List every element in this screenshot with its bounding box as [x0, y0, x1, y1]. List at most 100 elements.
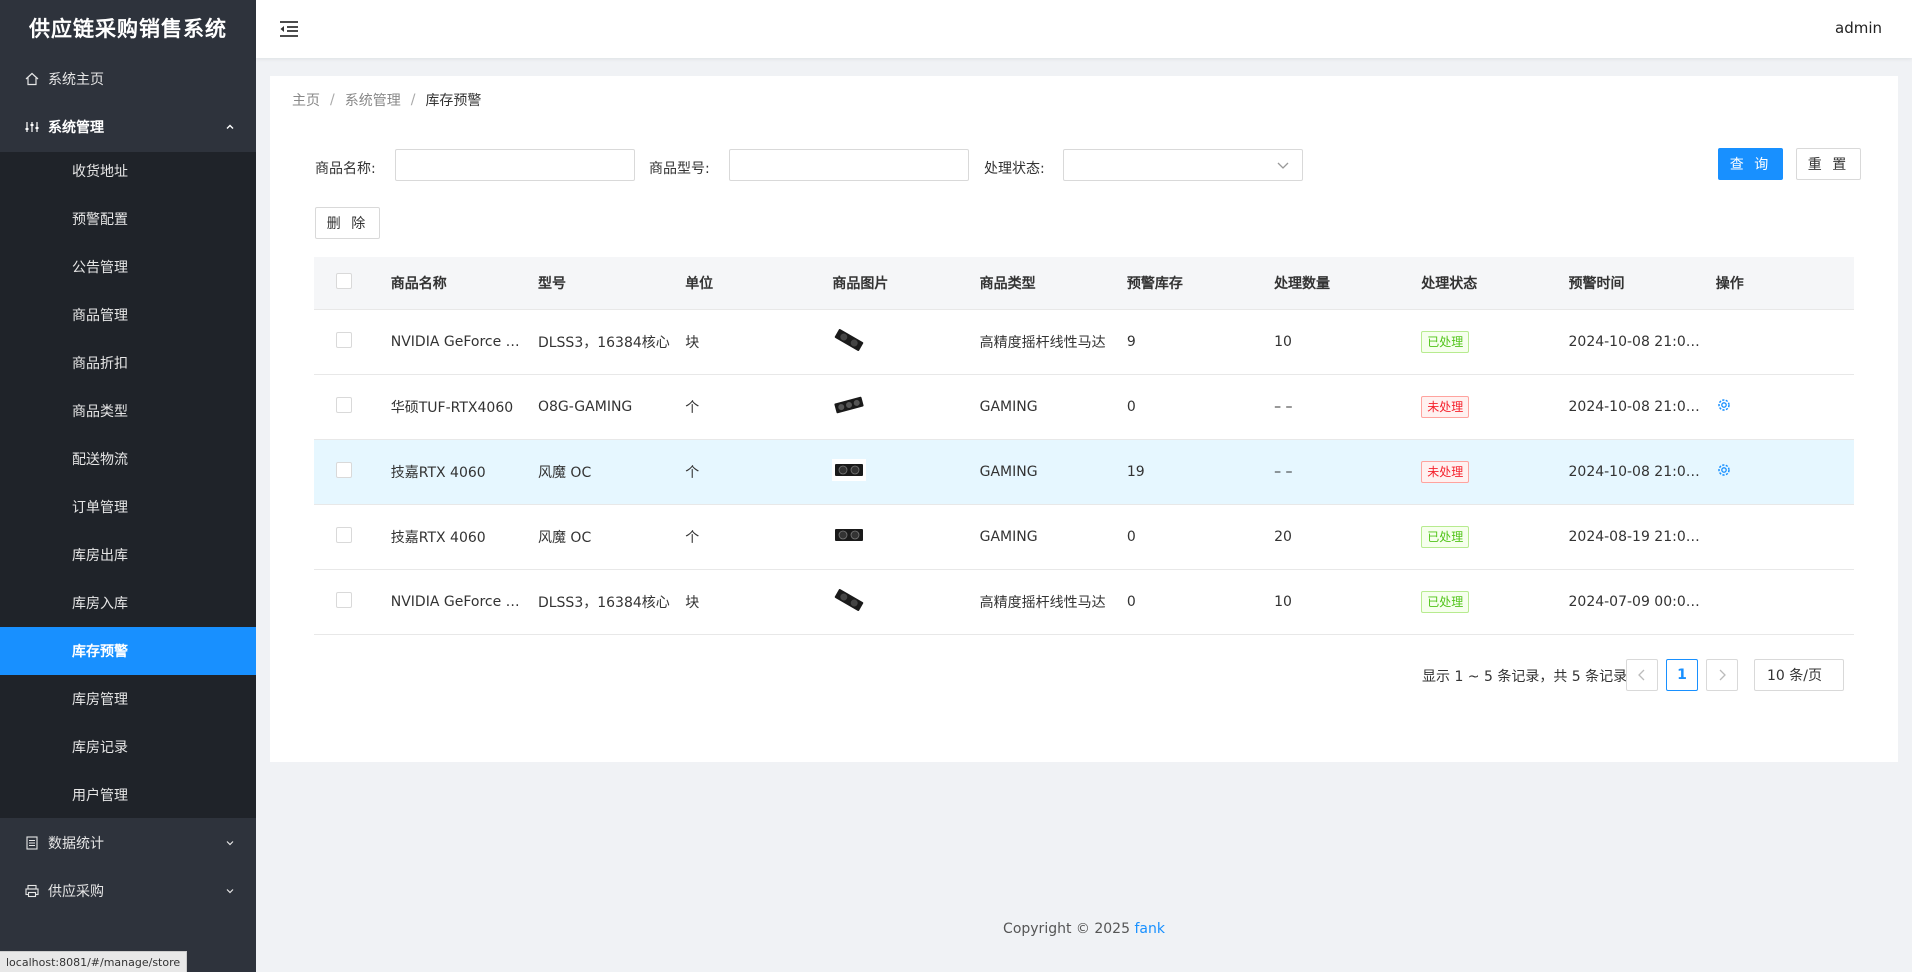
author-link[interactable]: fank: [1134, 921, 1165, 937]
reset-button[interactable]: 重 置: [1796, 148, 1861, 180]
header-name: 商品名称: [390, 276, 447, 292]
row-select-cell: [314, 397, 391, 417]
cell-type: 高精度摇杆线性马达: [979, 595, 1106, 611]
product-image[interactable]: [832, 589, 866, 611]
header-op: 操作: [1715, 276, 1744, 292]
select-all-checkbox[interactable]: [336, 273, 352, 289]
sidebar-item-notice[interactable]: 公告管理: [0, 243, 256, 291]
cell-unit: 个: [685, 400, 700, 416]
prev-page-button[interactable]: [1626, 659, 1658, 691]
table-row[interactable]: NVIDIA GeForce RTX 4090 DLSS3，16384核心 块 …: [314, 310, 1854, 375]
cell-name: NVIDIA GeForce RTX 4090: [390, 594, 538, 610]
row-checkbox[interactable]: [336, 397, 352, 413]
status-filter-select[interactable]: [1063, 149, 1303, 181]
delete-button[interactable]: 删 除: [315, 207, 380, 239]
cell-name: NVIDIA GeForce RTX 4090: [390, 334, 538, 350]
page-size-select[interactable]: 10 条/页: [1754, 659, 1844, 691]
gear-icon[interactable]: [1716, 397, 1732, 413]
cell-op: [1716, 462, 1854, 482]
sidebar-item-goods-type[interactable]: 商品类型: [0, 387, 256, 435]
cell-model: DLSS3，16384核心: [537, 335, 670, 351]
gear-icon[interactable]: [1716, 462, 1732, 478]
next-page-button[interactable]: [1706, 659, 1738, 691]
cell-type: GAMING: [979, 529, 1038, 545]
status-badge: 未处理: [1421, 396, 1470, 418]
cell-model: 风魔 OC: [537, 465, 592, 481]
cell-op: [1716, 397, 1854, 417]
cell-image: [832, 394, 979, 420]
app-title: 供应链采购销售系统: [29, 17, 227, 41]
copyright-text: Copyright © 2025: [1003, 921, 1130, 937]
query-button[interactable]: 查 询: [1718, 148, 1783, 180]
sidebar-item-warning-config[interactable]: 预警配置: [0, 195, 256, 243]
sidebar-item-stock-warning[interactable]: 库存预警: [0, 627, 256, 675]
row-checkbox[interactable]: [336, 527, 352, 543]
cell-time: 2024-10-08 21:00:00: [1568, 464, 1716, 480]
cell-qty: 10: [1274, 594, 1292, 610]
model-filter-input[interactable]: [729, 149, 969, 181]
cell-qty: – –: [1274, 399, 1293, 415]
sidebar-item-users[interactable]: 用户管理: [0, 771, 256, 819]
table-row[interactable]: 技嘉RTX 4060 风魔 OC 个 GAMING 19 – – 未处理 202…: [314, 440, 1854, 505]
sidebar-item-discount[interactable]: 商品折扣: [0, 339, 256, 387]
user-menu[interactable]: admin: [1835, 19, 1882, 37]
row-select-cell: [314, 592, 391, 612]
sidebar-item-label: 数据统计: [48, 836, 104, 852]
table-row[interactable]: 华硕TUF-RTX4060 O8G-GAMING 个 GAMING 0 – – …: [314, 375, 1854, 440]
browser-status-url: localhost:8081/#/manage/store: [0, 951, 188, 972]
menu-fold-icon[interactable]: [278, 18, 300, 40]
cell-image: [832, 329, 979, 355]
cell-time: 2024-07-09 00:00:00: [1568, 594, 1716, 610]
product-image[interactable]: [832, 394, 866, 416]
sidebar-item-home[interactable]: 系统主页: [0, 55, 256, 103]
breadcrumb: 主页 / 系统管理 / 库存预警: [292, 90, 481, 110]
row-checkbox[interactable]: [336, 332, 352, 348]
row-checkbox[interactable]: [336, 592, 352, 608]
sidebar-item-address[interactable]: 收货地址: [0, 147, 256, 195]
sidebar-item-stock-in[interactable]: 库房入库: [0, 579, 256, 627]
chevron-left-icon: [1638, 669, 1645, 681]
header-qty: 处理数量: [1274, 276, 1331, 292]
sidebar-item-warehouse[interactable]: 库房管理: [0, 675, 256, 723]
sidebar-item-warehouse-log[interactable]: 库房记录: [0, 723, 256, 771]
product-image[interactable]: [832, 459, 867, 481]
status-badge: 已处理: [1421, 526, 1470, 548]
breadcrumb-parent[interactable]: 系统管理: [345, 90, 401, 110]
header-image: 商品图片: [832, 276, 889, 292]
cell-unit: 个: [685, 530, 700, 546]
table-row[interactable]: NVIDIA GeForce RTX 4090 DLSS3，16384核心 块 …: [314, 570, 1854, 635]
cell-model: 风魔 OC: [537, 530, 592, 546]
cell-name: 技嘉RTX 4060: [390, 465, 486, 481]
sidebar-item-stats[interactable]: 数据统计: [0, 819, 256, 867]
cell-image: [832, 589, 979, 615]
row-checkbox[interactable]: [336, 462, 352, 478]
product-image[interactable]: [832, 524, 866, 546]
sidebar-item-purchase[interactable]: 供应采购: [0, 867, 256, 915]
sidebar-item-logistics[interactable]: 配送物流: [0, 435, 256, 483]
cell-status: 未处理: [1421, 461, 1568, 483]
cell-image: [832, 524, 979, 550]
table-row[interactable]: 技嘉RTX 4060 风魔 OC 个 GAMING 0 20 已处理 2024-…: [314, 505, 1854, 570]
name-filter-input[interactable]: [395, 149, 635, 181]
sidebar-item-system[interactable]: 系统管理: [0, 103, 256, 151]
sidebar-item-stock-out[interactable]: 库房出库: [0, 531, 256, 579]
header-status: 处理状态: [1421, 276, 1478, 292]
table-header: 商品名称 型号 单位 商品图片 商品类型 预警库存 处理数量 处理状态 预警时间…: [314, 257, 1854, 310]
page-size-value: 10 条/页: [1767, 668, 1822, 684]
printer-icon: [24, 883, 40, 899]
cell-status: 已处理: [1421, 526, 1568, 548]
cell-warn-stock: 9: [1126, 334, 1136, 350]
footer: Copyright © 2025 fank: [256, 921, 1912, 937]
cell-name: 技嘉RTX 4060: [390, 530, 486, 546]
breadcrumb-home[interactable]: 主页: [292, 90, 320, 110]
status-badge: 未处理: [1421, 461, 1470, 483]
product-image[interactable]: [832, 329, 866, 351]
row-select-cell: [314, 332, 391, 352]
cell-unit: 个: [685, 465, 700, 481]
cell-time: 2024-08-19 21:00:00: [1568, 529, 1716, 545]
page-button-1[interactable]: 1: [1666, 659, 1698, 691]
sidebar-item-orders[interactable]: 订单管理: [0, 483, 256, 531]
content-card: 主页 / 系统管理 / 库存预警 商品名称: 商品型号: 处理状态: 查 询 重…: [270, 76, 1898, 762]
cell-warn-stock: 0: [1126, 529, 1136, 545]
sidebar-item-goods[interactable]: 商品管理: [0, 291, 256, 339]
